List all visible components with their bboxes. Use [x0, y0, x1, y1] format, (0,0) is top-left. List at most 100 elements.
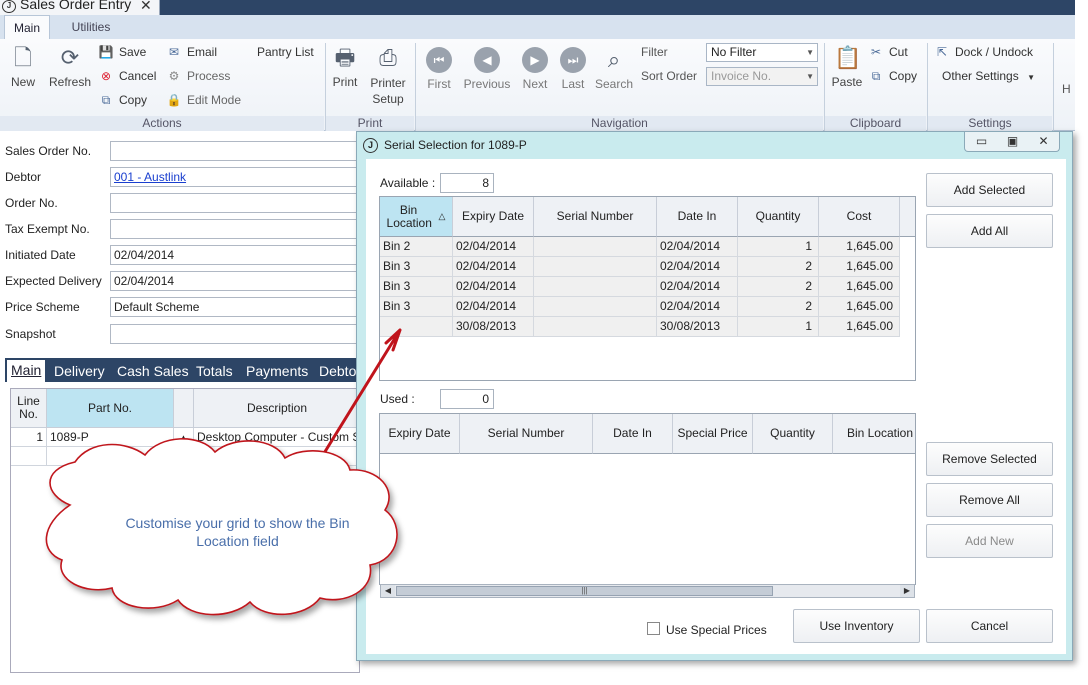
line-no-cell[interactable]: 1 — [11, 428, 47, 447]
close-icon[interactable]: ✕ — [140, 0, 152, 14]
tab-delivery[interactable]: Delivery — [54, 361, 105, 381]
bin-location-cell[interactable]: Bin 3 — [380, 257, 453, 277]
maximize-icon[interactable]: ▣ — [997, 133, 1028, 150]
expiry-date-cell[interactable]: 02/04/2014 — [453, 277, 534, 297]
column-header-serial-number[interactable]: Serial Number — [534, 197, 657, 237]
description-cell-empty[interactable] — [194, 447, 361, 466]
scroll-left-icon[interactable]: ◀ — [381, 585, 395, 597]
next-button[interactable]: ▶ Next — [520, 47, 550, 91]
tab-payments[interactable]: Payments — [246, 361, 308, 381]
cancel-dialog-button[interactable]: Cancel — [926, 609, 1053, 643]
order-no-field[interactable] — [110, 193, 360, 213]
debtor-link[interactable]: 001 - Austlink — [110, 167, 360, 187]
column-header-date-in[interactable]: Date In — [657, 197, 738, 237]
column-header-expiry-date[interactable]: Expiry Date — [380, 414, 460, 454]
column-header-quantity[interactable]: Quantity — [738, 197, 819, 237]
expiry-date-cell[interactable]: 02/04/2014 — [453, 237, 534, 257]
bin-location-cell[interactable] — [380, 317, 453, 337]
quantity-cell[interactable]: 1 — [738, 317, 819, 337]
help-button-partial[interactable]: H — [1062, 79, 1071, 99]
scroll-right-icon[interactable]: ▶ — [900, 585, 914, 597]
email-button[interactable]: ✉ Email — [166, 42, 217, 62]
description-cell[interactable]: Desktop Computer - Custom Spe — [194, 428, 361, 447]
remove-all-button[interactable]: Remove All — [926, 483, 1053, 517]
column-header-expiry-date[interactable]: Expiry Date — [453, 197, 534, 237]
cut-button[interactable]: ✂ Cut — [868, 42, 908, 62]
pantry-list-button[interactable]: Pantry List — [257, 42, 314, 62]
cost-cell[interactable]: 1,645.00 — [819, 257, 900, 277]
filter-dropdown[interactable]: No Filter ▼ — [706, 43, 818, 62]
ribbon-tab-utilities[interactable]: Utilities — [60, 15, 122, 39]
column-header-quantity[interactable]: Quantity — [753, 414, 833, 454]
quantity-cell[interactable]: 1 — [738, 237, 819, 257]
clipboard-copy-button[interactable]: ⧉ Copy — [868, 66, 917, 86]
first-button[interactable]: ⏮ First — [424, 47, 454, 91]
expiry-date-cell[interactable]: 30/08/2013 — [453, 317, 534, 337]
serial-number-cell[interactable] — [534, 317, 657, 337]
column-header-bin-location[interactable]: Bin Location — [833, 414, 915, 454]
part-no-cell-empty[interactable] — [47, 447, 174, 466]
column-header-bin-location[interactable]: Bin Location △ — [380, 197, 453, 237]
bin-location-cell[interactable]: Bin 3 — [380, 277, 453, 297]
paste-button[interactable]: 📋 Paste — [830, 45, 864, 89]
column-header-serial-number[interactable]: Serial Number — [460, 414, 593, 454]
date-in-cell[interactable]: 02/04/2014 — [657, 237, 738, 257]
edit-mode-button[interactable]: 🔒 Edit Mode — [166, 90, 242, 110]
expiry-date-cell[interactable]: 02/04/2014 — [453, 257, 534, 277]
tab-cash-sales[interactable]: Cash Sales — [117, 361, 189, 381]
serial-number-cell[interactable] — [534, 297, 657, 317]
date-in-cell[interactable]: 02/04/2014 — [657, 257, 738, 277]
column-header-description[interactable]: Description — [194, 389, 361, 428]
tab-main[interactable]: Main — [7, 360, 46, 382]
save-button[interactable]: 💾 Save — [98, 42, 147, 62]
add-selected-button[interactable]: Add Selected — [926, 173, 1053, 207]
minimize-icon[interactable]: ▭ — [966, 133, 997, 150]
column-header-special-price[interactable]: Special Price — [673, 414, 753, 454]
dock-undock-button[interactable]: ⇱ Dock / Undock — [934, 42, 1033, 62]
expiry-date-cell[interactable]: 02/04/2014 — [453, 297, 534, 317]
column-header-part-no[interactable]: Part No. — [47, 389, 174, 428]
snapshot-field[interactable] — [110, 324, 360, 344]
cost-cell[interactable]: 1,645.00 — [819, 297, 900, 317]
expected-delivery-field[interactable]: 02/04/2014 — [110, 271, 360, 291]
print-button[interactable]: 🖶 Print — [330, 45, 360, 89]
serial-number-cell[interactable] — [534, 277, 657, 297]
new-button[interactable]: 🗋 New — [8, 45, 38, 89]
date-in-cell[interactable]: 30/08/2013 — [657, 317, 738, 337]
date-in-cell[interactable]: 02/04/2014 — [657, 297, 738, 317]
date-in-cell[interactable]: 02/04/2014 — [657, 277, 738, 297]
refresh-button[interactable]: ⟳ Refresh — [48, 45, 92, 89]
add-all-button[interactable]: Add All — [926, 214, 1053, 248]
part-no-cell[interactable]: 1089-P — [47, 428, 174, 447]
horizontal-scrollbar[interactable]: ◀ ||| ▶ — [380, 584, 915, 598]
quantity-cell[interactable]: 2 — [738, 277, 819, 297]
printer-setup-button[interactable]: ⎙ Printer Setup — [367, 45, 409, 107]
scrollbar-thumb[interactable]: ||| — [396, 586, 773, 596]
column-header-date-in[interactable]: Date In — [593, 414, 673, 454]
process-button[interactable]: ⚙ Process — [166, 66, 231, 86]
expand-cell-empty[interactable] — [174, 447, 194, 466]
sort-order-dropdown[interactable]: Invoice No. ▼ — [706, 67, 818, 86]
add-new-button[interactable]: Add New — [926, 524, 1053, 558]
tab-totals[interactable]: Totals — [196, 361, 233, 381]
cost-cell[interactable]: 1,645.00 — [819, 317, 900, 337]
copy-button[interactable]: ⧉ Copy — [98, 90, 147, 110]
sales-order-no-field[interactable] — [110, 141, 360, 161]
cost-cell[interactable]: 1,645.00 — [819, 237, 900, 257]
last-button[interactable]: ⏭ Last — [558, 47, 588, 91]
initiated-date-field[interactable]: 02/04/2014 — [110, 245, 360, 265]
tab-debtor[interactable]: Debto — [319, 361, 356, 381]
other-settings-button[interactable]: Other Settings ▼ — [942, 66, 1035, 86]
price-scheme-field[interactable]: Default Scheme — [110, 297, 360, 317]
serial-number-cell[interactable] — [534, 257, 657, 277]
quantity-cell[interactable]: 2 — [738, 257, 819, 277]
document-tab[interactable]: J Sales Order Entry ✕ — [0, 0, 160, 15]
ribbon-tab-main[interactable]: Main — [4, 15, 50, 39]
line-no-cell-empty[interactable] — [11, 447, 47, 466]
column-header-cost[interactable]: Cost — [819, 197, 900, 237]
quantity-cell[interactable]: 2 — [738, 297, 819, 317]
column-header-line-no[interactable]: Line No. — [11, 389, 47, 428]
tax-exempt-no-field[interactable] — [110, 219, 360, 239]
use-special-prices-checkbox[interactable] — [647, 622, 660, 635]
serial-number-cell[interactable] — [534, 237, 657, 257]
